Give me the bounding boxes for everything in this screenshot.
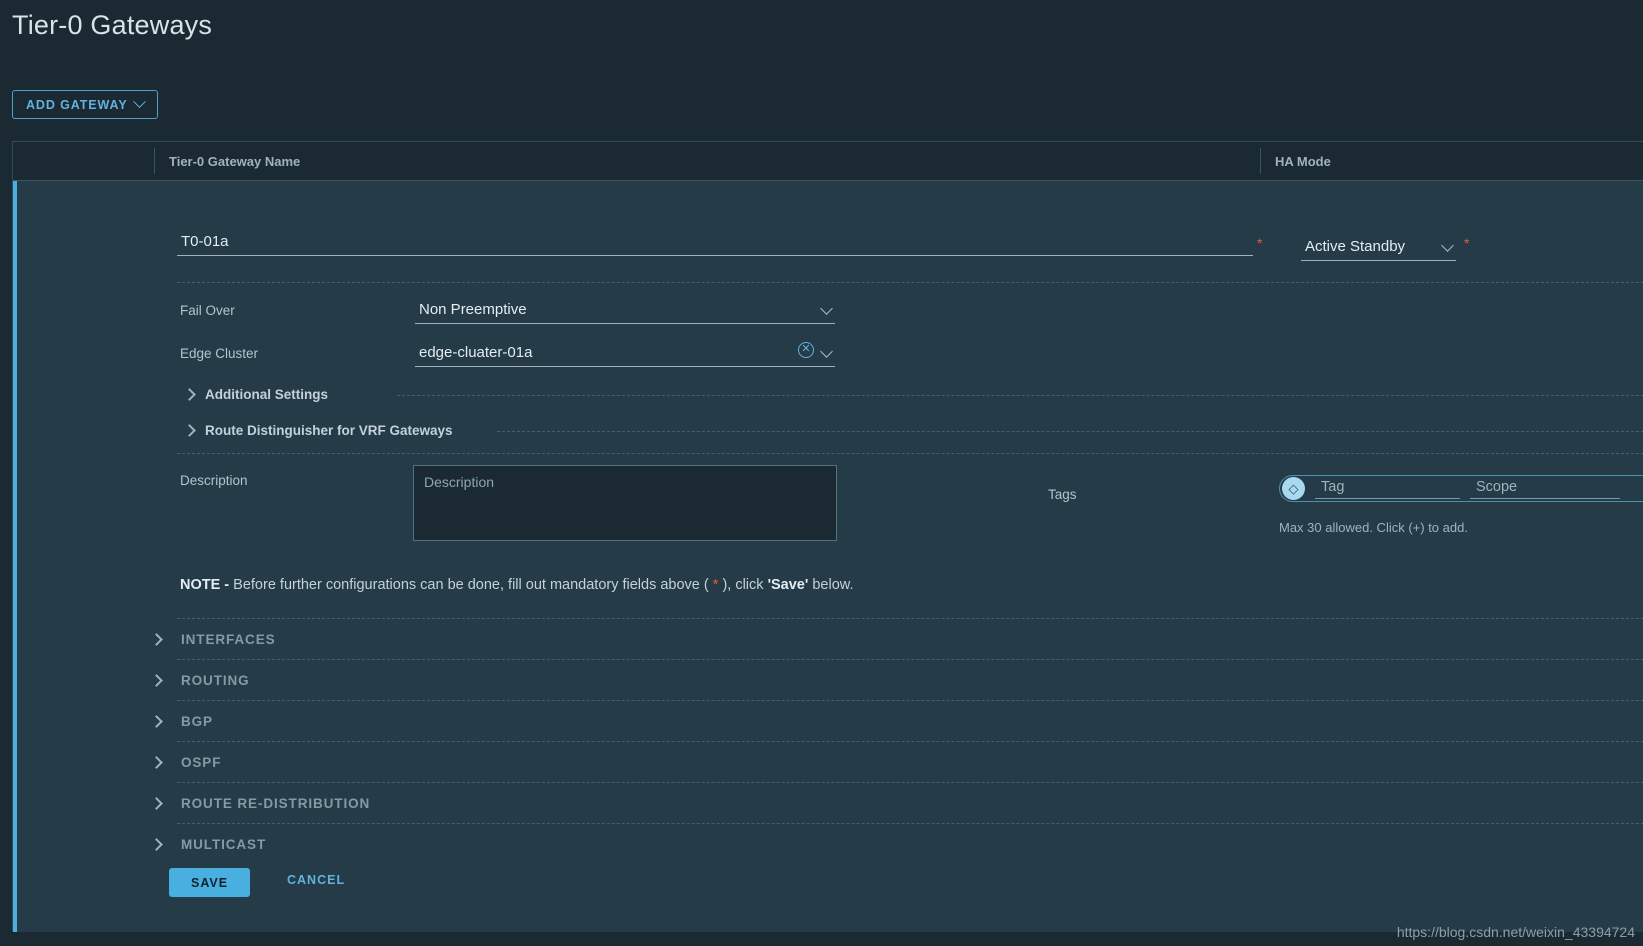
ha-mode-value: Active Standby (1305, 238, 1406, 255)
close-circle-icon[interactable]: ✕ (798, 342, 814, 358)
fail-over-label: Fail Over (180, 303, 235, 318)
chevron-right-icon (150, 797, 163, 810)
note-prefix: NOTE - (180, 577, 234, 593)
chevron-right-icon (150, 715, 163, 728)
note-text-end: below. (808, 577, 854, 593)
scope-input[interactable] (1470, 478, 1620, 499)
fail-over-value: Non Preemptive (419, 301, 527, 318)
chevron-right-icon (183, 424, 196, 437)
note-text-after: ), click (718, 577, 768, 593)
tags-label: Tags (1048, 487, 1077, 502)
sub-section-additional-settings[interactable]: Additional Settings (183, 387, 328, 402)
sub-section-route-distinguisher[interactable]: Route Distinguisher for VRF Gateways (183, 423, 453, 438)
chevron-right-icon (150, 674, 163, 687)
section-ospf[interactable]: OSPF (17, 742, 1643, 783)
chevron-right-icon (183, 388, 196, 401)
gateway-name-required-marker: * (1257, 235, 1263, 251)
edge-cluster-select[interactable]: edge-cluater-01a ✕ (415, 337, 835, 367)
sub-section-rule (497, 431, 1643, 432)
description-textarea[interactable] (413, 465, 837, 541)
sub-section-rule (397, 395, 1643, 396)
note-save-word: 'Save' (767, 577, 809, 593)
tag-entry-row: ◇ (1279, 475, 1643, 502)
chevron-down-icon (820, 345, 833, 358)
column-header-ha-mode[interactable]: HA Mode (1261, 142, 1643, 180)
grid-header-spacer (13, 142, 154, 180)
ha-mode-select[interactable]: Active Standby (1301, 231, 1456, 261)
section-multicast[interactable]: MULTICAST (17, 824, 1643, 865)
chevron-right-icon (150, 756, 163, 769)
section-label: OSPF (181, 755, 222, 770)
mandatory-fields-note: NOTE - Before further configurations can… (180, 577, 853, 593)
tag-icon: ◇ (1282, 477, 1305, 500)
chevron-right-icon (150, 633, 163, 646)
chevron-right-icon (150, 838, 163, 851)
section-label: INTERFACES (181, 632, 276, 647)
section-label: ROUTE RE-DISTRIBUTION (181, 796, 371, 811)
sub-section-label: Additional Settings (205, 387, 328, 402)
tag-input[interactable] (1315, 478, 1460, 499)
chevron-down-icon (132, 95, 146, 109)
chevron-down-icon (820, 302, 833, 315)
ha-mode-required-marker: * (1464, 235, 1470, 251)
fail-over-select[interactable]: Non Preemptive (415, 294, 835, 324)
section-label: ROUTING (181, 673, 250, 688)
edge-cluster-value: edge-cluater-01a (419, 344, 533, 361)
row-divider (177, 282, 1643, 283)
watermark-url: https://blog.csdn.net/weixin_43394724 (1396, 924, 1635, 940)
section-interfaces[interactable]: INTERFACES (17, 619, 1643, 660)
section-routing[interactable]: ROUTING (17, 660, 1643, 701)
save-button[interactable]: SAVE (169, 868, 251, 897)
tags-hint: Max 30 allowed. Click (+) to add. (1279, 520, 1468, 535)
edge-cluster-label: Edge Cluster (180, 346, 259, 361)
page-title: Tier-0 Gateways (12, 10, 213, 40)
row-divider (177, 453, 1643, 454)
gateway-name-input[interactable] (177, 233, 1253, 256)
section-bgp[interactable]: BGP (17, 701, 1643, 742)
sub-section-label: Route Distinguisher for VRF Gateways (205, 423, 453, 438)
cancel-button[interactable]: CANCEL (287, 873, 345, 887)
chevron-down-icon (1441, 239, 1454, 252)
section-label: MULTICAST (181, 837, 267, 852)
gateway-grid: Tier-0 Gateway Name HA Mode * Active Sta… (12, 141, 1643, 932)
gateway-edit-row: * Active Standby * Fail Over Non Preempt… (13, 181, 1643, 932)
grid-header-row: Tier-0 Gateway Name HA Mode (13, 142, 1643, 181)
section-route-redistribution[interactable]: ROUTE RE-DISTRIBUTION (17, 783, 1643, 824)
add-gateway-label: ADD GATEWAY (26, 97, 128, 112)
note-text-before: Before further configurations can be don… (233, 577, 713, 593)
add-gateway-button[interactable]: ADD GATEWAY (12, 90, 158, 119)
section-label: BGP (181, 714, 213, 729)
description-label: Description (180, 473, 248, 488)
column-header-gateway-name[interactable]: Tier-0 Gateway Name (155, 142, 1260, 180)
